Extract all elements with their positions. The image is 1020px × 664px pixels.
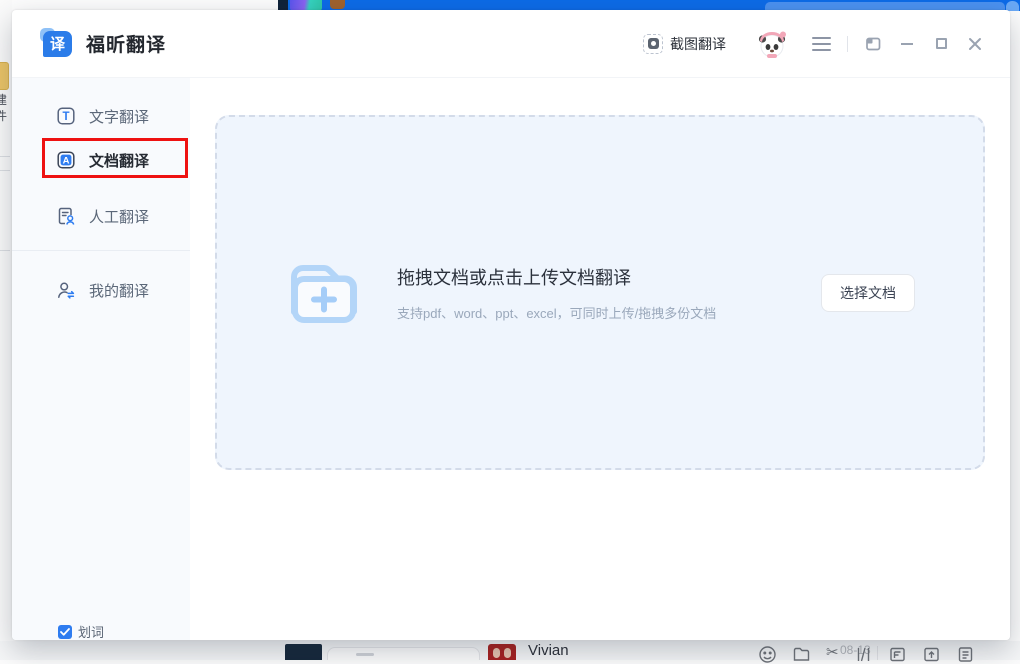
menu-hamburger-icon[interactable]: [812, 37, 831, 51]
divider: [356, 653, 374, 656]
divider: [0, 156, 10, 157]
sidebar-item-label: 文档翻译: [89, 150, 149, 171]
screenshot-translate-label: 截图翻译: [670, 34, 726, 54]
word-select-toggle[interactable]: 划词: [58, 622, 104, 640]
divider: [847, 36, 848, 52]
word-select-label: 划词: [78, 622, 104, 640]
app-body: T 文字翻译 A 文档翻译 人工翻: [12, 78, 1010, 640]
background-chat-strip: Vivian 08-13 ✂: [0, 641, 1020, 660]
background-avatar-dark: [285, 644, 322, 660]
background-mini-avatar: [330, 0, 345, 9]
notes-icon[interactable]: [956, 645, 975, 664]
header-actions: 截图翻译: [643, 28, 984, 60]
close-button[interactable]: [966, 35, 984, 53]
emoji-icon[interactable]: [758, 645, 777, 664]
svg-text:T: T: [62, 111, 69, 123]
doc-translate-icon: A: [56, 150, 76, 170]
contact-avatar: [488, 644, 516, 660]
background-partial-text: 件: [0, 110, 7, 123]
divider: [0, 250, 10, 251]
sidebar-item-doc-translate[interactable]: A 文档翻译: [56, 148, 149, 172]
logo-bubble-glyph: 译: [43, 31, 72, 57]
checkbox-checked-icon: [58, 625, 72, 639]
chat-history-icon[interactable]: [854, 645, 873, 664]
app-title: 福昕翻译: [86, 30, 166, 57]
background-partial-text: 建: [0, 94, 7, 107]
dropzone-subtitle: 支持pdf、word、ppt、excel，可同时上传/拖拽多份文档: [397, 303, 716, 322]
contact-name: Vivian: [528, 642, 569, 659]
avatar-detail: [504, 648, 511, 658]
folder-icon[interactable]: [792, 645, 811, 664]
scissors-icon[interactable]: ✂: [826, 645, 839, 664]
dropzone-title: 拖拽文档或点击上传文档翻译: [397, 264, 716, 290]
sidebar: T 文字翻译 A 文档翻译 人工翻: [12, 78, 190, 640]
minimize-button[interactable]: [898, 35, 916, 53]
dropzone-text: 拖拽文档或点击上传文档翻译 支持pdf、word、ppt、excel，可同时上传…: [397, 264, 716, 322]
chat-toolbar: ✂: [758, 645, 975, 664]
screenshot-translate-button[interactable]: 截图翻译: [643, 34, 726, 54]
sidebar-item-label: 我的翻译: [89, 280, 149, 301]
app-window: 译 福昕翻译 截图翻译: [12, 10, 1010, 640]
background-corner-icon: [1006, 1, 1019, 11]
text-translate-icon: T: [56, 106, 76, 126]
document-dropzone[interactable]: 拖拽文档或点击上传文档翻译 支持pdf、word、ppt、excel，可同时上传…: [215, 115, 985, 470]
app-logo: 译: [40, 28, 74, 60]
maximize-button[interactable]: [932, 35, 950, 53]
app-header: 译 福昕翻译 截图翻译: [12, 10, 1010, 78]
background-left-window: 建 件: [0, 0, 12, 660]
upload-icon[interactable]: [922, 645, 941, 664]
sidebar-item-my-translations[interactable]: 我的翻译: [56, 278, 149, 302]
sidebar-item-text-translate[interactable]: T 文字翻译: [56, 104, 149, 128]
main-content: 拖拽文档或点击上传文档翻译 支持pdf、word、ppt、excel，可同时上传…: [190, 78, 1010, 640]
avatar-detail: [493, 648, 500, 658]
screenshot-camera-icon: [643, 34, 663, 54]
divider: [0, 170, 10, 171]
background-list-item: [327, 647, 480, 660]
pin-window-button[interactable]: [864, 35, 882, 53]
app-brand: 译 福昕翻译: [40, 28, 166, 60]
svg-text:A: A: [63, 156, 70, 167]
human-translate-icon: [56, 206, 76, 226]
user-avatar[interactable]: [756, 28, 788, 60]
select-document-button[interactable]: 选择文档: [821, 274, 915, 312]
sidebar-item-label: 文字翻译: [89, 106, 149, 127]
folder-yellow-icon: [0, 62, 9, 90]
sidebar-item-human-translate[interactable]: 人工翻译: [56, 204, 149, 228]
folder-plus-icon: [285, 256, 363, 330]
sidebar-item-label: 人工翻译: [89, 206, 149, 227]
sidebar-divider: [12, 250, 190, 251]
translate-panel-icon[interactable]: [888, 645, 907, 664]
my-translate-icon: [56, 280, 76, 300]
